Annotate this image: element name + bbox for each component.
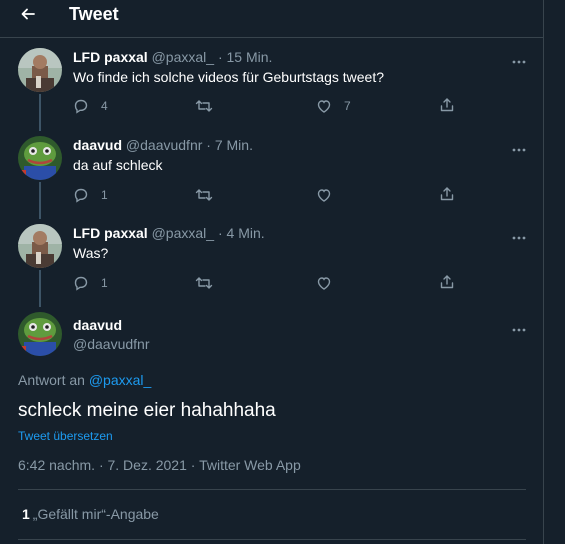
reply-count: 1 [101, 188, 108, 202]
thread-line [39, 270, 41, 307]
like-button[interactable] [316, 275, 344, 291]
reply-count: 1 [101, 276, 108, 290]
reply-button[interactable]: 4 [73, 98, 108, 114]
author-handle[interactable]: @paxxal_ [152, 225, 214, 241]
retweet-icon [195, 100, 213, 112]
author-handle[interactable]: @daavudfnr [73, 336, 149, 352]
reply-button[interactable]: 1 [73, 187, 108, 203]
tweet-time[interactable]: 15 Min. [227, 49, 273, 65]
reply-to-link[interactable]: @paxxal_ [89, 372, 151, 388]
share-icon [440, 98, 454, 112]
like-button[interactable]: 7 [316, 98, 351, 114]
author-name[interactable]: LFD paxxal [73, 225, 148, 241]
retweet-button[interactable] [195, 275, 225, 291]
share-button[interactable] [439, 97, 455, 113]
like-count: 7 [344, 99, 351, 113]
author-name[interactable]: daavud [73, 137, 122, 153]
share-icon [440, 275, 454, 289]
share-icon [440, 187, 454, 201]
reply-prefix: Antwort an [18, 372, 85, 388]
tweet-timestamp[interactable]: 6:42 nachm. · 7. Dez. 2021 · Twitter Web… [18, 457, 301, 473]
more-icon[interactable] [511, 53, 527, 64]
retweet-button[interactable] [195, 98, 225, 114]
arrow-left-icon[interactable] [20, 6, 36, 22]
tweet-header: LFD paxxal @paxxal_ · 15 Min. [73, 49, 272, 65]
divider [18, 489, 526, 490]
likes-label: „Gefällt mir“-Angabe [32, 506, 159, 522]
share-button[interactable] [439, 274, 455, 290]
more-icon[interactable] [511, 229, 527, 240]
likes-count: 1 [22, 506, 30, 522]
avatar[interactable] [18, 136, 62, 180]
retweet-button[interactable] [195, 187, 225, 203]
reply-icon [74, 276, 88, 291]
tweet-text: da auf schleck [73, 157, 163, 173]
share-button[interactable] [439, 186, 455, 202]
reply-icon [74, 99, 88, 114]
retweet-icon [195, 277, 213, 289]
avatar[interactable] [18, 312, 62, 356]
divider [18, 539, 526, 540]
tweet-text: Was? [73, 245, 109, 261]
avatar[interactable] [18, 224, 62, 268]
heart-icon [317, 189, 331, 202]
reply-context: Antwort an @paxxal_ [18, 372, 151, 388]
reply-icon [74, 188, 88, 203]
author-handle[interactable]: @paxxal_ [152, 49, 214, 65]
author-name[interactable]: daavud [73, 317, 122, 333]
translate-link[interactable]: Tweet übersetzen [18, 429, 113, 443]
main-column: Tweet LFD paxxal @paxxal_ · 15 Min. Wo f… [0, 0, 544, 544]
tweet-header: daavud @daavudfnr · 7 Min. [73, 137, 253, 153]
reply-button[interactable]: 1 [73, 275, 108, 291]
header-bar: Tweet [0, 0, 543, 38]
thread-line [39, 182, 41, 219]
retweet-icon [195, 189, 213, 201]
likes-summary[interactable]: 1 „Gefällt mir“-Angabe [22, 506, 159, 522]
tweet-header: LFD paxxal @paxxal_ · 4 Min. [73, 225, 265, 241]
thread-line [39, 94, 41, 131]
tweet-text: Wo finde ich solche videos für Geburtsta… [73, 69, 385, 85]
heart-icon [317, 277, 331, 290]
separator: · [217, 49, 223, 65]
tweet-time[interactable]: 7 Min. [215, 137, 253, 153]
page-title: Tweet [69, 4, 119, 24]
reply-count: 4 [101, 99, 108, 113]
tweet-time[interactable]: 4 Min. [227, 225, 265, 241]
like-button[interactable] [316, 187, 344, 203]
separator: · [217, 225, 223, 241]
author-name[interactable]: LFD paxxal [73, 49, 148, 65]
heart-icon [317, 100, 331, 113]
more-icon[interactable] [511, 321, 527, 332]
more-icon[interactable] [511, 141, 527, 152]
author-handle[interactable]: @daavudfnr [126, 137, 202, 153]
tweet-text: schleck meine eier hahahhaha [18, 400, 276, 421]
separator: · [206, 137, 211, 153]
avatar[interactable] [18, 48, 62, 92]
